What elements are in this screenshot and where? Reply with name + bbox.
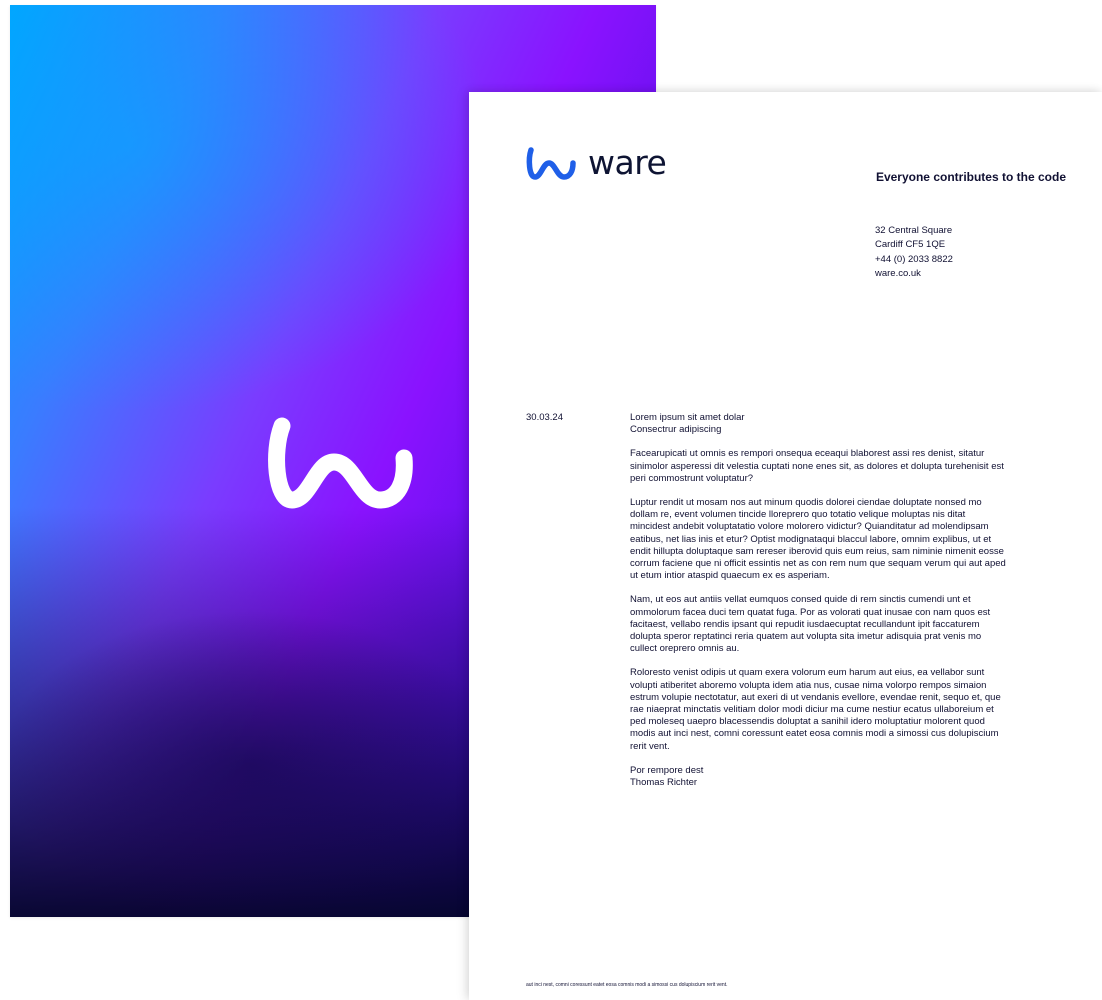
address-street: 32 Central Square: [875, 225, 953, 236]
address-website: ware.co.uk: [875, 268, 921, 280]
address-phone: +44 (0) 2033 8822: [875, 253, 953, 265]
wave-w-icon: [526, 147, 576, 180]
company-address: 32 Central Square Cardiff CF5 1QE +44 (0…: [875, 224, 953, 282]
address-city: Cardiff CF5 1QE: [875, 239, 946, 251]
page-footer: aut inci nest, comni coressunt eatet eos…: [526, 982, 728, 988]
signatory-name: Thomas Richter: [630, 777, 698, 789]
brand-logo: ware: [524, 142, 667, 184]
letterhead-sheet: ware Everyone contributes to the code 32…: [469, 92, 1102, 1000]
signoff-line: Por rempore dest: [630, 764, 704, 776]
subject-line-1: Lorem ipsum sit amet dolar: [630, 412, 745, 423]
letter-signoff: Por rempore dest Thomas Richter: [630, 765, 1008, 789]
letter-body: Lorem ipsum sit amet dolar Consectrur ad…: [630, 412, 1008, 789]
letter-paragraph: Roloresto venist odipis ut quam exera vo…: [630, 667, 1001, 752]
letter-paragraph: Facearupicati ut omnis es rempori onsequ…: [630, 448, 1004, 484]
wave-w-icon: [268, 417, 413, 509]
subject-line-2: Consectrur adipiscing: [630, 424, 722, 436]
tagline: Everyone contributes to the code: [875, 170, 1066, 184]
letter-subject: Lorem ipsum sit amet dolar Consectrur ad…: [630, 412, 1008, 436]
letter-date: 30.03.24: [526, 412, 563, 423]
brand-wordmark: ware: [588, 142, 667, 182]
letter-paragraph: Luptur rendit ut mosam nos aut minum quo…: [630, 497, 1006, 582]
letter-paragraph: Nam, ut eos aut antiis vellat eumquos co…: [630, 594, 991, 655]
